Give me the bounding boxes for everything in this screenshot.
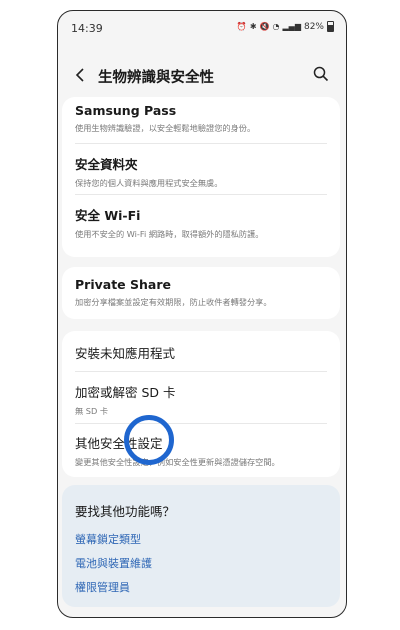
link-screen-lock-type[interactable]: 螢幕鎖定類型 (75, 531, 141, 547)
settings-group-2: Private Share 加密分享檔案並設定有效期限，防止收件者轉發分享。 (62, 267, 340, 319)
divider (75, 194, 327, 195)
item-title: Private Share (75, 277, 171, 292)
mute-icon: 🔇 (259, 22, 270, 31)
back-arrow-icon[interactable] (70, 65, 90, 85)
list-item-samsung-pass[interactable]: Samsung Pass 使用生物辨識驗證，以安全輕鬆地驗證您的身份。 (75, 103, 327, 134)
divider (75, 423, 327, 424)
list-item-install-unknown-apps[interactable]: 安裝未知應用程式 (75, 343, 327, 362)
item-title: 安全 Wi-Fi (75, 208, 141, 223)
battery-icon (327, 21, 334, 32)
link-battery-device-care[interactable]: 電池與裝置維護 (75, 555, 152, 571)
divider (75, 143, 327, 144)
bluetooth-icon: ✱ (249, 22, 257, 31)
item-subtitle: 無 SD 卡 (75, 406, 109, 416)
page-title: 生物辨識與安全性 (98, 70, 214, 86)
item-title: Samsung Pass (75, 103, 177, 118)
app-bar: 生物辨識與安全性 (58, 59, 346, 93)
list-item-encrypt-sd-card[interactable]: 加密或解密 SD 卡 無 SD 卡 (75, 382, 327, 417)
item-title: 加密或解密 SD 卡 (75, 385, 176, 400)
wifi-icon: ◔ (272, 22, 280, 31)
phone-frame: 14:39 ⏰ ✱ 🔇 ◔ ▂▄▆ 82% 生物辨識與安全性 Samsung P… (57, 10, 347, 618)
search-icon[interactable] (312, 65, 332, 85)
status-time: 14:39 (71, 22, 103, 35)
divider (75, 371, 327, 372)
settings-group-1: Samsung Pass 使用生物辨識驗證，以安全輕鬆地驗證您的身份。 安全資料… (62, 97, 340, 257)
item-subtitle: 使用不安全的 Wi-Fi 網路時，取得額外的隱私防護。 (75, 229, 264, 239)
settings-group-3: 安裝未知應用程式 加密或解密 SD 卡 無 SD 卡 其他安全性設定 變更其他安… (62, 331, 340, 477)
item-subtitle: 變更其他安全性設定，例如安全性更新與憑證儲存空間。 (75, 457, 280, 467)
alarm-icon: ⏰ (236, 22, 247, 31)
item-title: 安裝未知應用程式 (75, 346, 176, 361)
item-subtitle: 使用生物辨識驗證，以安全輕鬆地驗證您的身份。 (75, 123, 256, 133)
list-item-other-security-settings[interactable]: 其他安全性設定 變更其他安全性設定，例如安全性更新與憑證儲存空間。 (75, 433, 327, 468)
link-permission-manager[interactable]: 權限管理員 (75, 579, 130, 595)
status-bar: 14:39 ⏰ ✱ 🔇 ◔ ▂▄▆ 82% (58, 11, 346, 45)
list-item-secure-wifi[interactable]: 安全 Wi-Fi 使用不安全的 Wi-Fi 網路時，取得額外的隱私防護。 (75, 205, 327, 240)
list-item-secure-folder[interactable]: 安全資料夾 保持您的個人資料與應用程式安全無虞。 (75, 154, 327, 189)
item-subtitle: 加密分享檔案並設定有效期限，防止收件者轉發分享。 (75, 297, 272, 307)
help-card: 要找其他功能嗎？ 螢幕鎖定類型 電池與裝置維護 權限管理員 (62, 485, 340, 607)
signal-icon: ▂▄▆ (282, 22, 301, 31)
item-title: 安全資料夾 (75, 157, 138, 172)
help-title: 要找其他功能嗎？ (75, 504, 176, 519)
item-title: 其他安全性設定 (75, 436, 163, 451)
list-item-private-share[interactable]: Private Share 加密分享檔案並設定有效期限，防止收件者轉發分享。 (75, 277, 327, 308)
status-icons: ⏰ ✱ 🔇 ◔ ▂▄▆ 82% (237, 21, 334, 32)
item-subtitle: 保持您的個人資料與應用程式安全無虞。 (75, 178, 223, 188)
battery-percent: 82% (303, 21, 324, 32)
